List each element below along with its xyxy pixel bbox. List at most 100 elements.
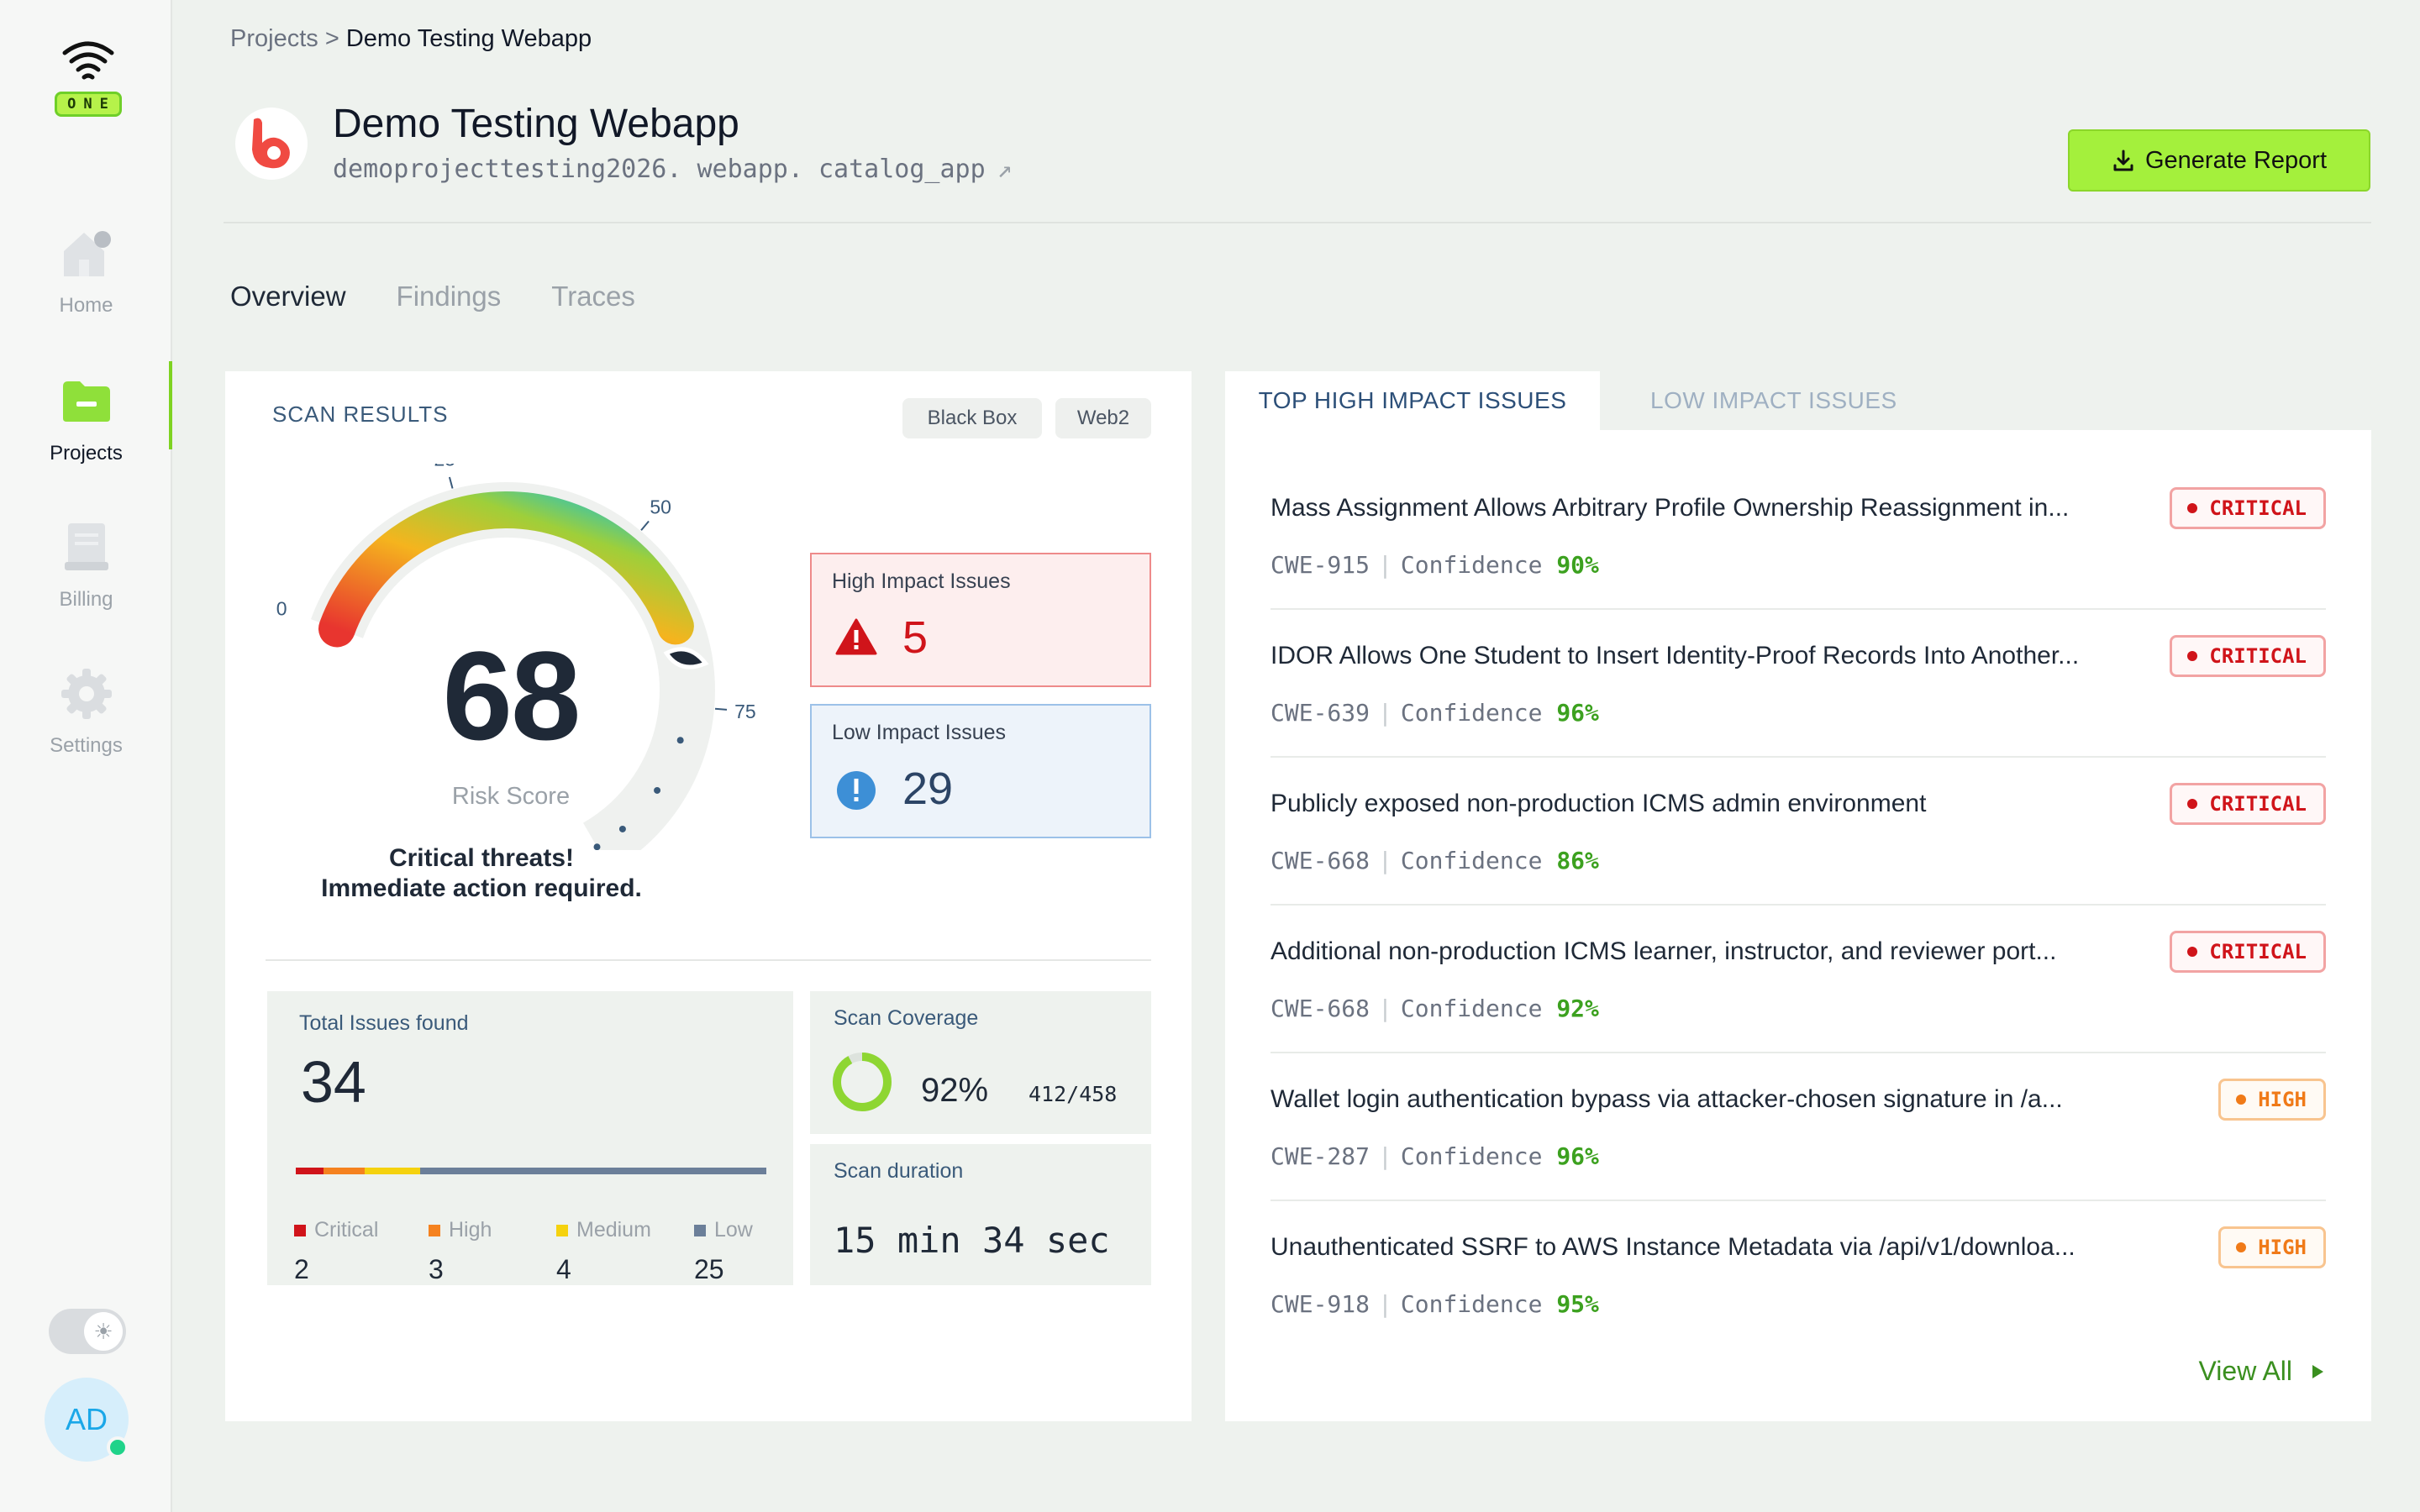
risk-message: Critical threats! Immediate action requi…: [276, 843, 687, 904]
scan-duration-label: Scan duration: [834, 1159, 964, 1183]
tab-findings[interactable]: Findings: [397, 281, 502, 312]
severity-high-label: High: [449, 1218, 492, 1242]
nav-settings-label: Settings: [50, 734, 123, 757]
tab-top-high-impact[interactable]: TOP HIGH IMPACT ISSUES: [1225, 371, 1600, 430]
meta-separator: |: [1378, 847, 1392, 874]
badge-dot: [2187, 651, 2198, 661]
home-icon: [63, 231, 111, 276]
project-brand-icon: [252, 118, 290, 169]
high-swatch: [429, 1224, 440, 1236]
gauge-tick-label: 75: [734, 701, 756, 722]
warning-icon: [835, 618, 877, 655]
nav-home[interactable]: Home: [0, 220, 172, 318]
severity-badge: HIGH: [2218, 1226, 2326, 1268]
issue-row[interactable]: Unauthenticated SSRF to AWS Instance Met…: [1270, 1201, 2326, 1349]
issues-tabs: TOP HIGH IMPACT ISSUES LOW IMPACT ISSUES: [1225, 371, 2371, 430]
risk-score-value: 68: [442, 625, 581, 766]
scan-divider: [266, 959, 1151, 961]
logo-badge: ONE: [55, 92, 122, 117]
gear-icon: [60, 669, 112, 719]
meta-separator: |: [1378, 699, 1392, 727]
badge-dot: [2187, 947, 2198, 957]
nav-projects[interactable]: Projects: [0, 368, 172, 465]
issue-meta: CWE-668 | Confidence 92%: [1270, 995, 1599, 1022]
sidebar: ONE Home Projects Billing Settings ☀ AD: [0, 0, 172, 1512]
tab-traces[interactable]: Traces: [551, 281, 635, 312]
gauge-tick: [714, 707, 728, 711]
issue-cwe: CWE-918: [1270, 1290, 1370, 1318]
play-arrow-icon: [2312, 1364, 2323, 1378]
issue-confidence: 90%: [1556, 551, 1599, 579]
issue-meta: CWE-287 | Confidence 96%: [1270, 1142, 1599, 1170]
low-impact-count: 29: [902, 764, 954, 814]
issue-title[interactable]: Unauthenticated SSRF to AWS Instance Met…: [1270, 1233, 2144, 1262]
total-issues-card: Total Issues found 34 Critical 2 High 3 …: [267, 991, 793, 1285]
critical-swatch: [294, 1224, 306, 1236]
issue-title[interactable]: Wallet login authentication bypass via a…: [1270, 1085, 2144, 1114]
low-impact-label: Low Impact Issues: [832, 721, 1007, 744]
severity-low: Low 25: [694, 1218, 753, 1285]
tab-low-impact[interactable]: LOW IMPACT ISSUES: [1650, 371, 1897, 430]
scan-coverage-card: Scan Coverage 92% 412/458: [810, 991, 1151, 1134]
low-impact-card[interactable]: Low Impact Issues 29: [810, 704, 1151, 838]
breadcrumb-root[interactable]: Projects: [230, 25, 318, 52]
badge-dot: [2187, 799, 2198, 809]
issues-panel: TOP HIGH IMPACT ISSUES LOW IMPACT ISSUES…: [1225, 371, 2371, 1421]
issue-title[interactable]: Mass Assignment Allows Arbitrary Profile…: [1270, 494, 2144, 522]
user-avatar[interactable]: AD: [45, 1378, 129, 1462]
badge-dot: [2236, 1095, 2247, 1105]
issue-row[interactable]: Additional non-production ICMS learner, …: [1270, 906, 2326, 1053]
severity-low-count: 25: [694, 1254, 724, 1284]
generate-report-button[interactable]: Generate Report: [2068, 129, 2370, 192]
high-impact-card[interactable]: High Impact Issues 5: [810, 553, 1151, 687]
nav-billing-label: Billing: [59, 588, 113, 611]
severity-bar-segment-low: [420, 1168, 766, 1174]
risk-message-line1: Critical threats!: [388, 844, 575, 872]
gauge-dot: [618, 825, 626, 832]
billing-icon: [64, 523, 108, 570]
confidence-label: Confidence: [1400, 1142, 1543, 1170]
issue-row[interactable]: Mass Assignment Allows Arbitrary Profile…: [1270, 462, 2326, 610]
nav-billing[interactable]: Billing: [0, 514, 172, 612]
severity-badge-label: CRITICAL: [2209, 792, 2307, 816]
issue-meta: CWE-668 | Confidence 86%: [1270, 847, 1599, 874]
issue-title[interactable]: IDOR Allows One Student to Insert Identi…: [1270, 642, 2144, 670]
app-logo[interactable]: ONE: [50, 38, 126, 117]
chip-black-box[interactable]: Black Box: [902, 398, 1042, 438]
severity-medium-count: 4: [556, 1254, 571, 1284]
issue-row[interactable]: Wallet login authentication bypass via a…: [1270, 1053, 2326, 1201]
scan-coverage-percent: 92%: [921, 1072, 989, 1109]
theme-toggle[interactable]: ☀: [49, 1309, 126, 1354]
gauge-tick: [448, 476, 454, 489]
issue-confidence: 92%: [1556, 995, 1599, 1022]
tab-overview[interactable]: Overview: [230, 281, 346, 312]
low-swatch: [694, 1224, 706, 1236]
severity-high: High 3: [429, 1218, 492, 1285]
meta-separator: |: [1378, 1142, 1392, 1170]
page-tabs: Overview Findings Traces: [230, 281, 635, 312]
external-link-icon[interactable]: ↗: [997, 155, 1013, 184]
project-url[interactable]: demoprojecttesting2026. webapp. catalog_…: [333, 155, 986, 184]
view-all-link[interactable]: View All: [2199, 1356, 2324, 1387]
confidence-label: Confidence: [1400, 995, 1543, 1022]
severity-critical-label: Critical: [314, 1218, 379, 1242]
issue-title[interactable]: Additional non-production ICMS learner, …: [1270, 937, 2144, 966]
severity-badge-label: HIGH: [2258, 1236, 2307, 1259]
nav-settings[interactable]: Settings: [0, 660, 172, 758]
badge-dot: [2187, 503, 2198, 513]
severity-badge: CRITICAL: [2170, 635, 2326, 677]
severity-badge-label: HIGH: [2258, 1088, 2307, 1111]
chip-web2[interactable]: Web2: [1055, 398, 1151, 438]
issue-title[interactable]: Publicly exposed non-production ICMS adm…: [1270, 790, 2144, 818]
nav-projects-label: Projects: [50, 442, 123, 465]
generate-report-label: Generate Report: [2144, 146, 2327, 174]
scan-coverage-fraction: 412/458: [1028, 1082, 1118, 1106]
risk-score-label: Risk Score: [451, 783, 571, 810]
issue-row[interactable]: Publicly exposed non-production ICMS adm…: [1270, 758, 2326, 906]
issue-cwe: CWE-668: [1270, 995, 1370, 1022]
severity-badge: CRITICAL: [2170, 783, 2326, 825]
issue-row[interactable]: IDOR Allows One Student to Insert Identi…: [1270, 610, 2326, 758]
issue-confidence: 96%: [1556, 1142, 1599, 1170]
nav-home-label: Home: [59, 294, 113, 317]
sun-icon: ☀: [84, 1312, 123, 1351]
